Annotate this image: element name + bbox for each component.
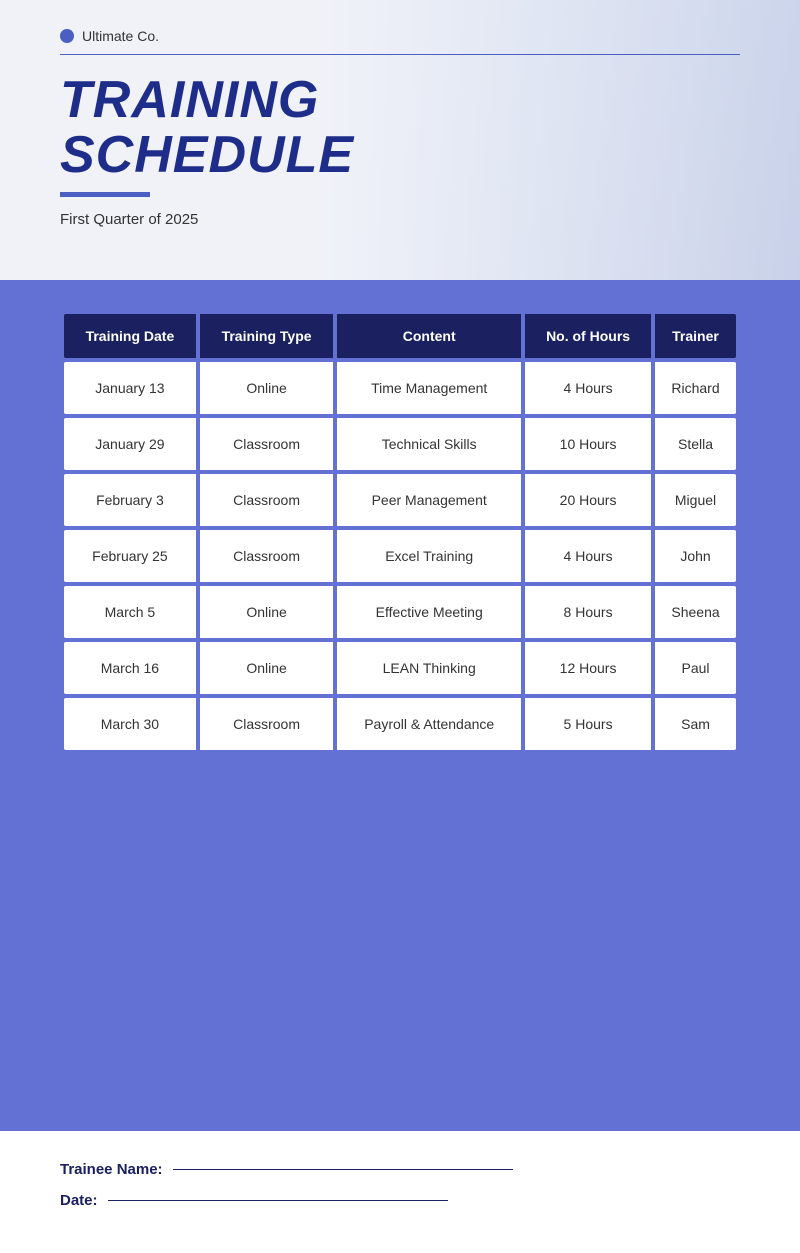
cell-row5-col4: Paul (655, 642, 736, 694)
cell-row1-col3: 10 Hours (525, 418, 651, 470)
title-underline (60, 192, 150, 197)
subtitle: First Quarter of 2025 (60, 211, 760, 228)
cell-row0-col1: Online (200, 362, 333, 414)
cell-row5-col3: 12 Hours (525, 642, 651, 694)
cell-row6-col2: Payroll & Attendance (337, 698, 521, 750)
date-label: Date: (60, 1192, 98, 1209)
cell-row0-col3: 4 Hours (525, 362, 651, 414)
title-block: TRAINING SCHEDULE First Quarter of 2025 (60, 73, 760, 228)
col-header-hours: No. of Hours (525, 314, 651, 358)
table-row: January 13OnlineTime Management4 HoursRi… (64, 362, 736, 414)
cell-row0-col2: Time Management (337, 362, 521, 414)
cell-row2-col4: Miguel (655, 474, 736, 526)
signature-section: Trainee Name: Date: (0, 1131, 800, 1253)
main-title: TRAINING SCHEDULE (60, 73, 760, 182)
brand-row: Ultimate Co. (60, 28, 760, 44)
cell-row0-col0: January 13 (64, 362, 196, 414)
cell-row2-col3: 20 Hours (525, 474, 651, 526)
cell-row3-col0: February 25 (64, 530, 196, 582)
cell-row4-col2: Effective Meeting (337, 586, 521, 638)
cell-row5-col1: Online (200, 642, 333, 694)
cell-row2-col0: February 3 (64, 474, 196, 526)
date-line (108, 1200, 448, 1202)
cell-row0-col4: Richard (655, 362, 736, 414)
cell-row3-col4: John (655, 530, 736, 582)
cell-row4-col4: Sheena (655, 586, 736, 638)
table-row: March 5OnlineEffective Meeting8 HoursShe… (64, 586, 736, 638)
cell-row2-col1: Classroom (200, 474, 333, 526)
cell-row4-col3: 8 Hours (525, 586, 651, 638)
cell-row4-col0: March 5 (64, 586, 196, 638)
header-divider (60, 54, 740, 55)
cell-row1-col1: Classroom (200, 418, 333, 470)
cell-row2-col2: Peer Management (337, 474, 521, 526)
cell-row3-col1: Classroom (200, 530, 333, 582)
cell-row1-col0: January 29 (64, 418, 196, 470)
cell-row1-col2: Technical Skills (337, 418, 521, 470)
table-row: March 30ClassroomPayroll & Attendance5 H… (64, 698, 736, 750)
table-row: March 16OnlineLEAN Thinking12 HoursPaul (64, 642, 736, 694)
brand-dot (60, 29, 74, 43)
schedule-table: Training Date Training Type Content No. … (60, 310, 740, 754)
main-content: Training Date Training Type Content No. … (0, 280, 800, 1131)
col-header-content: Content (337, 314, 521, 358)
table-row: February 3ClassroomPeer Management20 Hou… (64, 474, 736, 526)
cell-row6-col0: March 30 (64, 698, 196, 750)
cell-row4-col1: Online (200, 586, 333, 638)
table-row: February 25ClassroomExcel Training4 Hour… (64, 530, 736, 582)
cell-row6-col1: Classroom (200, 698, 333, 750)
col-header-trainer: Trainer (655, 314, 736, 358)
header-content: Ultimate Co. TRAINING SCHEDULE First Qua… (0, 0, 800, 260)
cell-row1-col4: Stella (655, 418, 736, 470)
date-row: Date: (60, 1192, 740, 1209)
trainee-row: Trainee Name: (60, 1161, 740, 1178)
trainee-label: Trainee Name: (60, 1161, 163, 1178)
brand-name: Ultimate Co. (82, 28, 159, 44)
cell-row5-col2: LEAN Thinking (337, 642, 521, 694)
header-section: Ultimate Co. TRAINING SCHEDULE First Qua… (0, 0, 800, 280)
cell-row6-col3: 5 Hours (525, 698, 651, 750)
table-row: January 29ClassroomTechnical Skills10 Ho… (64, 418, 736, 470)
trainee-line (173, 1169, 513, 1171)
cell-row3-col3: 4 Hours (525, 530, 651, 582)
cell-row6-col4: Sam (655, 698, 736, 750)
cell-row3-col2: Excel Training (337, 530, 521, 582)
col-header-type: Training Type (200, 314, 333, 358)
col-header-date: Training Date (64, 314, 196, 358)
table-header-row: Training Date Training Type Content No. … (64, 314, 736, 358)
cell-row5-col0: March 16 (64, 642, 196, 694)
